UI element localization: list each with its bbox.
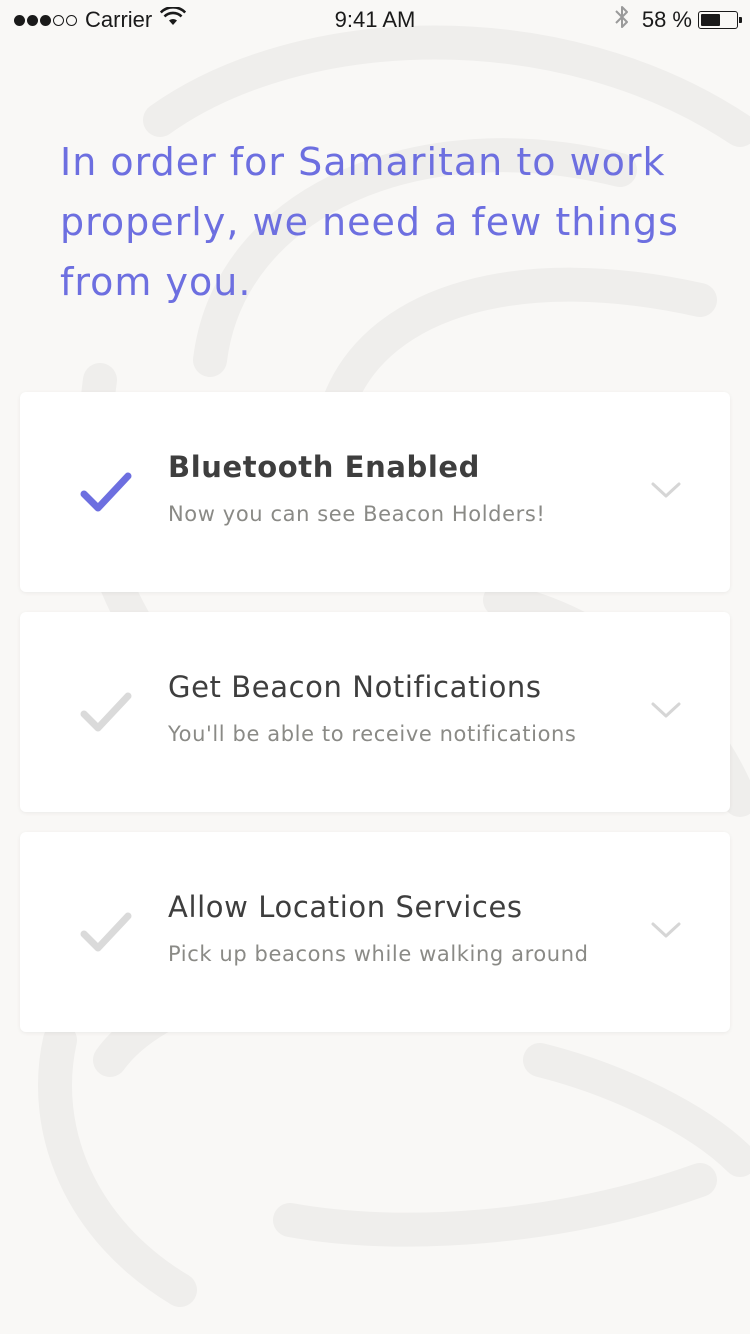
permission-card-notifications[interactable]: Get Beacon Notifications You'll be able … bbox=[20, 612, 730, 812]
status-bar: Carrier 9:41 AM 58 % bbox=[0, 0, 750, 40]
battery-icon bbox=[698, 11, 742, 29]
chevron-down-icon[interactable] bbox=[650, 920, 682, 940]
chevron-down-icon[interactable] bbox=[650, 480, 682, 500]
permission-title: Bluetooth Enabled bbox=[168, 450, 481, 484]
permission-title: Allow Location Services bbox=[168, 890, 523, 924]
status-right: 58 % bbox=[614, 4, 742, 36]
battery-percent: 58 % bbox=[641, 7, 692, 32]
permission-title: Get Beacon Notifications bbox=[168, 670, 542, 704]
bluetooth-icon bbox=[614, 4, 630, 36]
intro-headline: In order for Samaritan to work properly,… bbox=[60, 140, 679, 304]
permission-subtitle: Now you can see Beacon Holders! bbox=[168, 502, 546, 526]
check-icon bbox=[80, 912, 132, 952]
permission-card-bluetooth[interactable]: Bluetooth Enabled Now you can see Beacon… bbox=[20, 392, 730, 592]
check-icon bbox=[80, 692, 132, 732]
battery-level bbox=[701, 14, 720, 26]
permission-subtitle: You'll be able to receive notifications bbox=[168, 722, 577, 746]
permission-subtitle: Pick up beacons while walking around bbox=[168, 942, 589, 966]
check-icon bbox=[80, 472, 132, 512]
chevron-down-icon[interactable] bbox=[650, 700, 682, 720]
permission-card-location[interactable]: Allow Location Services Pick up beacons … bbox=[20, 832, 730, 1032]
permissions-screen: Carrier 9:41 AM 58 % In order for Samari… bbox=[0, 0, 750, 1334]
